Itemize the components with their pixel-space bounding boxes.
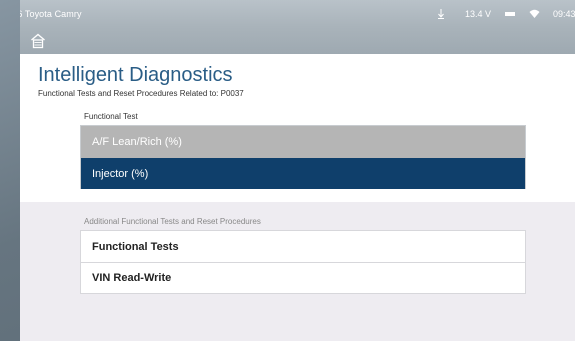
clock: 09:43AM bbox=[552, 8, 575, 19]
functional-test-item-af-lean-rich[interactable]: A/F Lean/Rich (%) bbox=[81, 126, 525, 158]
functional-test-list: A/F Lean/Rich (%) Injector (%) bbox=[80, 125, 526, 191]
additional-item-functional-tests[interactable]: Functional Tests bbox=[81, 231, 525, 262]
page-title: Intelligent Diagnostics bbox=[38, 64, 233, 86]
battery-icon bbox=[504, 11, 515, 16]
vehicle-name: 2016 Toyota Camry bbox=[20, 8, 82, 19]
status-indicators: 13.4 V 09:43AM bbox=[437, 8, 575, 19]
additional-tests-list: Functional Tests VIN Read-Write bbox=[80, 230, 526, 294]
status-bar: 2016 Toyota Camry 13.4 V 09:43AM bbox=[20, 0, 575, 27]
usb-icon bbox=[437, 8, 447, 19]
voltage-readout: 13.4 V bbox=[464, 8, 491, 19]
additional-item-vin-read-write[interactable]: VIN Read-Write bbox=[81, 262, 525, 293]
functional-test-item-injector[interactable]: Injector (%) bbox=[81, 158, 525, 190]
diagnostics-header: Intelligent Diagnostics Functional Tests… bbox=[20, 54, 575, 191]
divider bbox=[20, 189, 575, 202]
nav-bar bbox=[20, 27, 575, 54]
wifi-icon bbox=[529, 9, 541, 18]
tablet-screen: 2016 Toyota Camry 13.4 V 09:43AM bbox=[20, 0, 575, 341]
functional-test-label: Functional Test bbox=[84, 112, 138, 121]
page-subtitle: Functional Tests and Reset Procedures Re… bbox=[38, 89, 244, 98]
additional-tests-label: Additional Functional Tests and Reset Pr… bbox=[84, 217, 261, 226]
home-icon[interactable] bbox=[29, 32, 47, 50]
additional-section: Additional Functional Tests and Reset Pr… bbox=[20, 202, 575, 341]
